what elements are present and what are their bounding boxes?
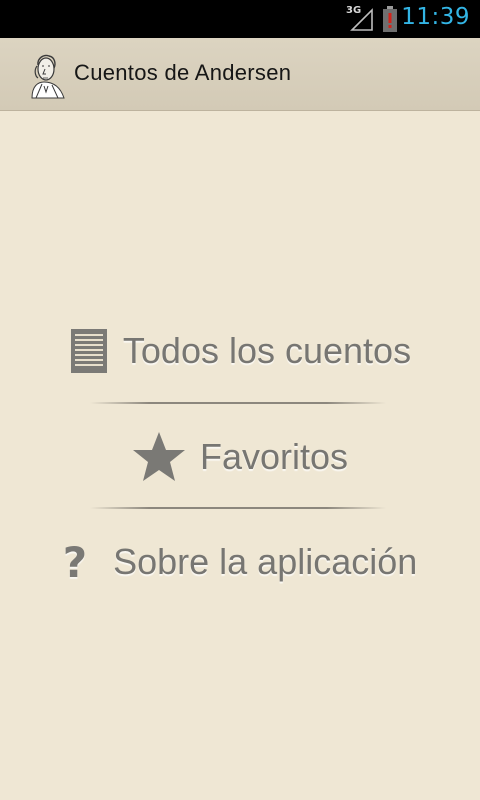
action-bar: Cuentos de Andersen bbox=[0, 38, 480, 111]
menu-label-about: Sobre la aplicación bbox=[113, 541, 418, 582]
app-title: Cuentos de Andersen bbox=[74, 60, 292, 85]
star-icon bbox=[132, 432, 185, 481]
menu-label-all-stories: Todos los cuentos bbox=[122, 330, 412, 371]
question-mark-icon: ? bbox=[62, 537, 88, 587]
menu-item-all-stories[interactable]: Todos los cuentos bbox=[0, 306, 480, 396]
divider bbox=[90, 507, 386, 509]
andersen-portrait-icon[interactable] bbox=[22, 52, 70, 100]
status-clock: 11:39 bbox=[401, 4, 470, 30]
list-document-icon bbox=[70, 329, 107, 373]
menu-item-about[interactable]: ? Sobre la aplicación bbox=[0, 517, 480, 607]
status-bar: 3G 11:39 bbox=[0, 0, 480, 38]
battery-low-icon bbox=[383, 6, 397, 32]
menu-item-favorites[interactable]: Favoritos bbox=[0, 412, 480, 502]
menu-label-favorites: Favoritos bbox=[199, 436, 349, 477]
signal-icon bbox=[350, 8, 373, 31]
divider bbox=[90, 402, 386, 404]
